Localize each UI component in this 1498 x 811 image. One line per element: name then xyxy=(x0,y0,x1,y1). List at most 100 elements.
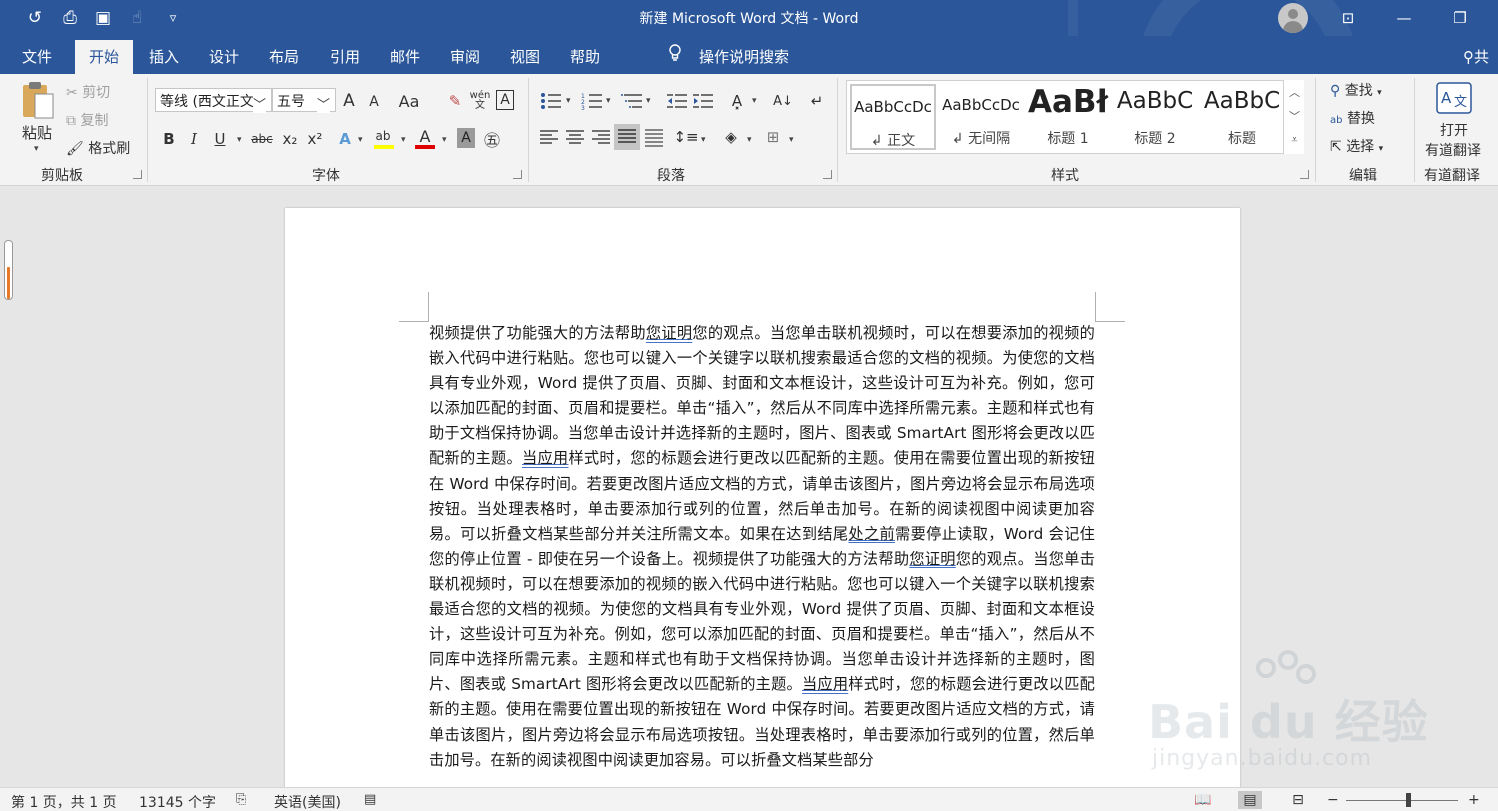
shrink-font-button[interactable]: A xyxy=(366,92,382,112)
tab-insert[interactable]: 插入 xyxy=(149,46,179,67)
sort-icon[interactable]: A↓ xyxy=(772,90,794,112)
zoom-slider[interactable] xyxy=(1346,800,1458,801)
tab-mailings[interactable]: 邮件 xyxy=(390,46,420,67)
clear-formatting-icon[interactable]: ✎ xyxy=(446,90,464,112)
borders-icon[interactable]: ⊞ xyxy=(762,126,784,148)
language[interactable]: 英语(美国) xyxy=(274,792,341,811)
grow-font-button[interactable]: A xyxy=(340,90,358,112)
cut-button[interactable]: ✂ 剪切 xyxy=(66,82,110,102)
tab-references[interactable]: 引用 xyxy=(330,46,360,67)
proofing-icon[interactable]: ⎘ xyxy=(236,792,246,807)
change-case-button[interactable]: Aa xyxy=(396,90,422,112)
numbering-icon[interactable]: 123 xyxy=(581,92,603,110)
strikethrough-button[interactable]: abc xyxy=(249,128,275,150)
shading-icon[interactable]: ◈ xyxy=(720,126,742,148)
tab-review[interactable]: 审阅 xyxy=(450,46,480,67)
align-right-icon[interactable] xyxy=(592,130,610,146)
open-youdao-button[interactable]: 打开 xyxy=(1440,120,1468,140)
highlight-button[interactable]: ab xyxy=(372,126,394,146)
numbering-dropdown-arrow[interactable]: ▾ xyxy=(606,96,611,106)
font-dialog-launcher[interactable] xyxy=(513,170,522,179)
align-left-icon[interactable] xyxy=(540,130,558,146)
copy-button[interactable]: ⧉ 复制 xyxy=(66,110,108,130)
chevron-down-icon[interactable]: ﹀ xyxy=(1285,104,1304,128)
ribbon-display-options-button[interactable]: ⊡ xyxy=(1328,4,1368,32)
bullets-icon[interactable] xyxy=(540,92,562,110)
zoom-in-button[interactable]: + xyxy=(1468,792,1480,808)
decrease-indent-icon[interactable] xyxy=(667,92,687,110)
text-effects-button[interactable]: A xyxy=(336,128,354,150)
page-count[interactable]: 第 1 页，共 1 页 xyxy=(11,792,117,811)
chevron-down-icon[interactable]: ﹀ xyxy=(317,94,331,113)
styles-more-icon[interactable]: ⩡ xyxy=(1285,128,1304,152)
avatar[interactable] xyxy=(1278,3,1308,33)
tab-layout[interactable]: 布局 xyxy=(269,46,299,67)
paste-dropdown-arrow[interactable]: ▾ xyxy=(34,144,39,154)
increase-indent-icon[interactable] xyxy=(693,92,713,110)
style-no-spacing[interactable]: AaBbCcDc ↲ 无间隔 xyxy=(938,84,1024,150)
shading-dropdown-arrow[interactable]: ▾ xyxy=(747,135,752,145)
restore-button[interactable]: ❐ xyxy=(1440,4,1480,32)
zoom-slider-thumb[interactable] xyxy=(1405,793,1411,807)
youdao-name[interactable]: 有道翻译 xyxy=(1425,140,1481,160)
vertical-ruler[interactable] xyxy=(4,240,13,300)
distributed-icon[interactable] xyxy=(645,129,663,147)
line-spacing-dropdown-arrow[interactable]: ▾ xyxy=(701,135,706,145)
paragraph-dialog-launcher[interactable] xyxy=(823,170,832,179)
justify-button[interactable] xyxy=(614,124,640,150)
character-shading-button[interactable]: A xyxy=(457,128,475,148)
macro-icon[interactable]: ▤ xyxy=(364,792,376,807)
document-page[interactable]: 视频提供了功能强大的方法帮助您证明您的观点。当您单击联机视频时，可以在想要添加的… xyxy=(285,208,1240,808)
bold-button[interactable]: B xyxy=(160,128,178,150)
highlight-dropdown-arrow[interactable]: ▾ xyxy=(401,135,406,145)
enclose-characters-button[interactable]: ㊄ xyxy=(482,128,502,150)
paste-button[interactable]: 粘贴 xyxy=(22,122,52,143)
minimize-button[interactable]: — xyxy=(1384,4,1424,32)
bullets-dropdown-arrow[interactable]: ▾ xyxy=(566,96,571,106)
align-center-icon[interactable] xyxy=(566,130,584,146)
tab-design[interactable]: 设计 xyxy=(209,46,239,67)
styles-dialog-launcher[interactable] xyxy=(1300,170,1309,179)
underline-button[interactable]: U xyxy=(211,128,229,150)
tell-me-search[interactable]: 操作说明搜索 xyxy=(699,46,789,67)
select-button[interactable]: ⇱ 选择 ▾ xyxy=(1330,136,1383,156)
find-button[interactable]: ⚲ 查找 ▾ xyxy=(1330,80,1382,100)
tab-view[interactable]: 视图 xyxy=(510,46,540,67)
show-marks-icon[interactable]: ↵ xyxy=(806,90,828,112)
style-title[interactable]: AaBbC 标题 xyxy=(1199,84,1285,150)
line-spacing-icon[interactable]: ↕≡ xyxy=(673,126,698,148)
asian-layout-icon[interactable]: A͓ xyxy=(726,90,748,112)
style-normal[interactable]: AaBbCcDc ↲ 正文 xyxy=(850,84,936,150)
word-count[interactable]: 13145 个字 xyxy=(139,792,216,811)
document-paragraph[interactable]: 视频提供了功能强大的方法帮助您证明您的观点。当您单击联机视频时，可以在想要添加的… xyxy=(429,321,1095,773)
style-heading-2[interactable]: AaBbC 标题 2 xyxy=(1112,84,1198,150)
italic-button[interactable]: I xyxy=(186,128,202,150)
translate-icon[interactable]: A 文 xyxy=(1436,82,1472,114)
tab-file[interactable]: 文件 xyxy=(22,46,52,67)
asian-layout-dropdown-arrow[interactable]: ▾ xyxy=(752,96,757,106)
subscript-button[interactable]: x₂ xyxy=(280,128,300,150)
character-border-button[interactable]: A xyxy=(496,90,514,110)
phonetic-guide-button[interactable]: wén文 xyxy=(470,88,491,114)
read-mode-icon[interactable]: 📖 xyxy=(1191,791,1215,809)
zoom-out-button[interactable]: − xyxy=(1327,792,1339,808)
borders-dropdown-arrow[interactable]: ▾ xyxy=(789,135,794,145)
font-color-button[interactable]: A xyxy=(416,126,434,146)
chevron-up-icon[interactable]: ︿ xyxy=(1285,80,1304,104)
font-color-dropdown-arrow[interactable]: ▾ xyxy=(442,135,447,145)
superscript-button[interactable]: x² xyxy=(305,128,325,150)
tab-help[interactable]: 帮助 xyxy=(570,46,600,67)
clipboard-dialog-launcher[interactable] xyxy=(133,170,142,179)
share-button[interactable]: ⚲共 xyxy=(1463,46,1489,67)
tab-home[interactable]: 开始 xyxy=(75,40,134,74)
web-layout-icon[interactable]: ⊟ xyxy=(1286,791,1310,809)
text-effects-dropdown-arrow[interactable]: ▾ xyxy=(358,135,363,145)
paste-icon[interactable] xyxy=(20,80,56,120)
multilevel-dropdown-arrow[interactable]: ▾ xyxy=(646,96,651,106)
chevron-down-icon[interactable]: ﹀ xyxy=(253,94,267,113)
style-heading-1[interactable]: AaBł 标题 1 xyxy=(1025,84,1111,150)
document-body[interactable]: 视频提供了功能强大的方法帮助您证明您的观点。当您单击联机视频时，可以在想要添加的… xyxy=(429,321,1095,773)
format-painter-button[interactable]: 🖌 格式刷 xyxy=(66,138,130,158)
multilevel-list-icon[interactable] xyxy=(621,92,643,110)
replace-button[interactable]: ab 替换 xyxy=(1330,108,1375,128)
